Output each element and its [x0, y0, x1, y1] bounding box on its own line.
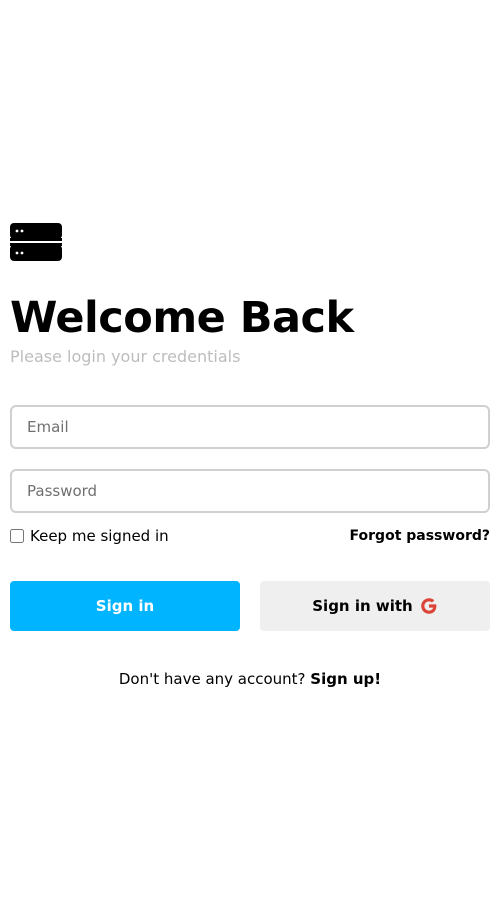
sign-up-link[interactable]: Sign up! — [310, 670, 381, 688]
google-g-icon — [420, 597, 438, 615]
email-field[interactable] — [10, 405, 490, 449]
page-title: Welcome Back — [10, 293, 354, 343]
forgot-password-link[interactable]: Forgot password? — [350, 526, 490, 546]
keep-signed-in-checkbox[interactable] — [10, 529, 24, 543]
sign-in-button-label: Sign in — [95, 597, 155, 615]
server-stack-icon — [10, 223, 62, 261]
signup-prompt-text: Don't have any account? — [118, 670, 306, 688]
google-sign-in-button[interactable]: Sign in with — [260, 581, 490, 631]
sign-in-button[interactable]: Sign in — [10, 581, 240, 631]
login-page: Welcome Back Please login your credentia… — [0, 0, 500, 900]
keep-signed-in-label: Keep me signed in — [30, 527, 169, 545]
google-sign-in-label: Sign in with — [312, 597, 413, 615]
keep-signed-in[interactable]: Keep me signed in — [10, 526, 169, 546]
page-subtitle: Please login your credentials — [10, 347, 241, 366]
password-field[interactable] — [10, 469, 490, 513]
signup-prompt: Don't have any account? Sign up! — [0, 669, 500, 689]
